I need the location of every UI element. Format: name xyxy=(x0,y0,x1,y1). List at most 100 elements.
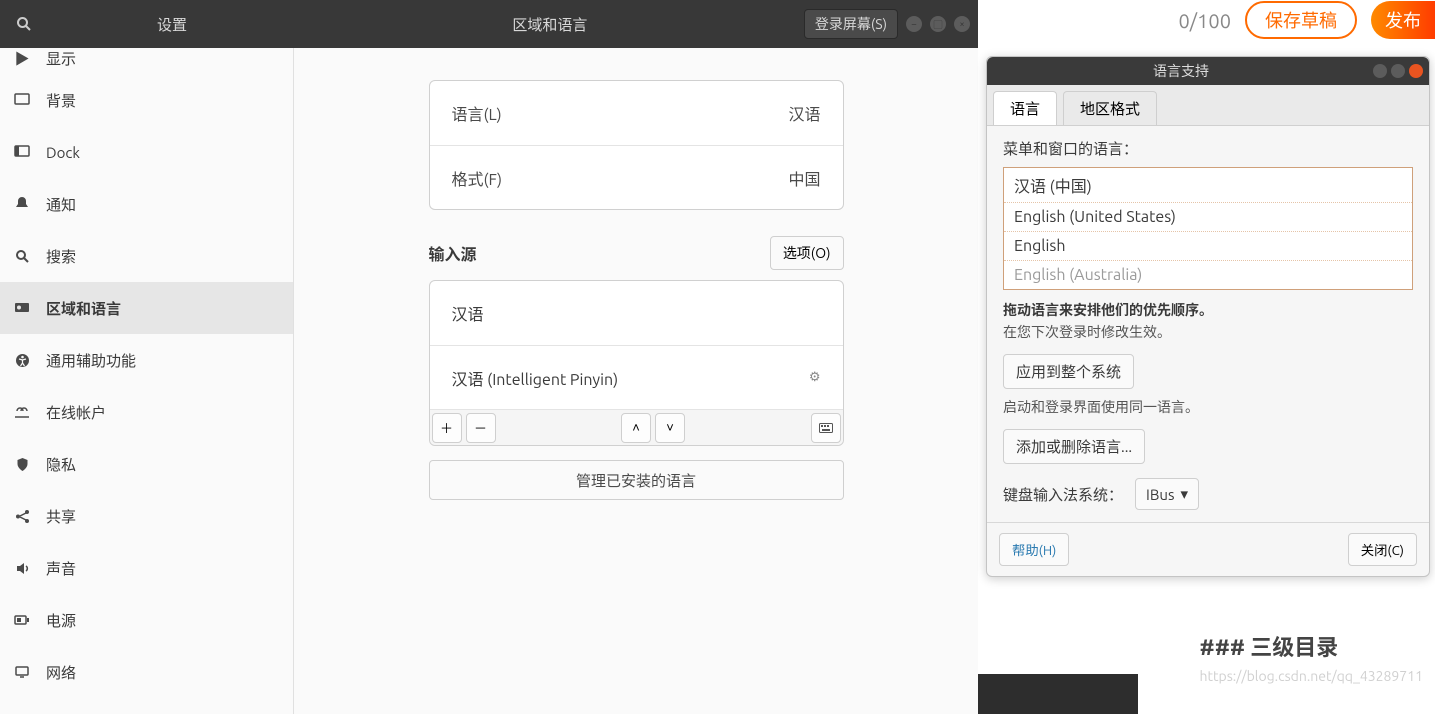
sidebar-item-sharing[interactable]: 共享 xyxy=(0,490,293,542)
drag-hint: 拖动语言来安排他们的优先顺序。 xyxy=(1003,300,1413,320)
manage-languages-button[interactable]: 管理已安装的语言 xyxy=(429,460,844,500)
format-label: 格式(F) xyxy=(452,166,503,190)
tab-language[interactable]: 语言 xyxy=(993,91,1057,125)
close-button[interactable]: 关闭(C) xyxy=(1348,533,1417,566)
dialog-titlebar: 语言支持 xyxy=(987,57,1429,85)
search-icon xyxy=(16,16,32,32)
accessibility-icon xyxy=(12,353,32,368)
dialog-body: 菜单和窗口的语言： 汉语 (中国) English (United States… xyxy=(987,126,1429,522)
login-hint: 在您下次登录时修改生效。 xyxy=(1003,322,1413,342)
publish-button[interactable]: 发布 xyxy=(1371,1,1435,39)
input-source-row[interactable]: 汉语 xyxy=(430,281,843,345)
sidebar-item-label: 区域和语言 xyxy=(46,298,121,319)
sidebar-item-network[interactable]: 网络 xyxy=(0,646,293,698)
options-button[interactable]: 选项(O) xyxy=(770,236,844,270)
share-icon xyxy=(12,509,32,524)
ime-value: IBus xyxy=(1146,486,1174,503)
login-screen-button[interactable]: 登录屏幕(S) xyxy=(804,9,898,39)
window-minimize[interactable]: – xyxy=(906,16,922,32)
menus-language-label: 菜单和窗口的语言： xyxy=(1003,138,1413,159)
background-icon xyxy=(12,93,32,107)
window-close[interactable]: × xyxy=(954,16,970,32)
language-value: 汉语 xyxy=(788,101,820,125)
sidebar-item-dock[interactable]: Dock xyxy=(0,126,293,178)
language-list-item[interactable]: English (Australia) xyxy=(1004,261,1412,289)
format-value: 中国 xyxy=(788,166,820,190)
dark-overlay-box xyxy=(978,674,1138,714)
save-draft-button[interactable]: 保存草稿 xyxy=(1245,1,1357,39)
window-maximize[interactable]: ▢ xyxy=(930,16,946,32)
sidebar-item-label: 搜索 xyxy=(46,246,76,267)
sidebar-item-search[interactable]: 搜索 xyxy=(0,230,293,282)
dialog-close[interactable] xyxy=(1409,64,1423,78)
page-title: 区域和语言 xyxy=(296,14,804,35)
language-row[interactable]: 语言(L) 汉语 xyxy=(430,81,843,145)
language-format-group: 语言(L) 汉语 格式(F) 中国 xyxy=(429,80,844,210)
app-title: 设置 xyxy=(48,14,296,35)
input-sources-toolbar: ＋ － ˄ ˅ xyxy=(430,409,843,445)
sidebar-item-label: 通用辅助功能 xyxy=(46,350,136,371)
apply-system-wide-button[interactable]: 应用到整个系统 xyxy=(1003,354,1134,389)
language-label: 语言(L) xyxy=(452,101,502,125)
remove-source-button[interactable]: － xyxy=(466,413,496,443)
dialog-footer: 帮助(H) 关闭(C) xyxy=(987,522,1429,576)
toc-panel: ### 三级目录 https://blog.csdn.net/qq_432897… xyxy=(1200,630,1423,684)
keyboard-icon xyxy=(819,423,833,433)
char-counter: 0/100 xyxy=(1151,9,1231,32)
settings-header: 设置 区域和语言 登录屏幕(S) – ▢ × xyxy=(0,0,978,48)
search-button[interactable] xyxy=(0,0,48,48)
sidebar-item-label: 隐私 xyxy=(46,454,76,475)
tab-region-format[interactable]: 地区格式 xyxy=(1063,91,1157,125)
settings-window: 设置 区域和语言 登录屏幕(S) – ▢ × ▶ 显示 背景 Dock xyxy=(0,0,978,714)
window-controls: – ▢ × xyxy=(906,16,970,32)
add-source-button[interactable]: ＋ xyxy=(432,413,462,443)
sidebar-item-label: 共享 xyxy=(46,506,76,527)
bell-icon xyxy=(12,196,32,212)
move-down-button[interactable]: ˅ xyxy=(655,413,685,443)
sidebar-item-region[interactable]: 区域和语言 xyxy=(0,282,293,334)
dialog-maximize[interactable] xyxy=(1391,64,1405,78)
sidebar-item-display[interactable]: ▶ 显示 xyxy=(0,48,293,74)
input-sources-title: 输入源 xyxy=(429,241,477,265)
apply-description: 启动和登录界面使用同一语言。 xyxy=(1003,397,1413,417)
browser-toolbar: 0/100 保存草稿 发布 xyxy=(978,0,1435,40)
toc-watermark: https://blog.csdn.net/qq_43289711 xyxy=(1200,668,1423,684)
format-row[interactable]: 格式(F) 中国 xyxy=(430,145,843,209)
sidebar-item-power[interactable]: 电源 xyxy=(0,594,293,646)
sidebar-item-accessibility[interactable]: 通用辅助功能 xyxy=(0,334,293,386)
ime-label: 键盘输入法系统： xyxy=(1003,484,1123,505)
input-source-row[interactable]: 汉语 (Intelligent Pinyin) ⚙ xyxy=(430,345,843,409)
sidebar-item-sound[interactable]: 声音 xyxy=(0,542,293,594)
sidebar-item-label: 通知 xyxy=(46,194,76,215)
language-list-item[interactable]: English (United States) xyxy=(1004,203,1412,232)
sidebar-item-notifications[interactable]: 通知 xyxy=(0,178,293,230)
sidebar-item-label: Dock xyxy=(46,144,80,161)
gear-icon[interactable]: ⚙ xyxy=(809,370,821,385)
privacy-icon xyxy=(12,457,32,472)
keyboard-layout-button[interactable] xyxy=(811,413,841,443)
settings-body: ▶ 显示 背景 Dock 通知 搜索 区域和语言 xyxy=(0,48,978,714)
sidebar-item-label: 网络 xyxy=(46,662,76,683)
input-sources-header: 输入源 选项(O) xyxy=(429,236,844,270)
dock-icon xyxy=(12,145,32,159)
sidebar: ▶ 显示 背景 Dock 通知 搜索 区域和语言 xyxy=(0,48,294,714)
online-accounts-icon xyxy=(12,405,32,419)
help-button[interactable]: 帮助(H) xyxy=(999,533,1069,566)
sidebar-item-label: 在线帐户 xyxy=(46,402,106,423)
power-icon xyxy=(12,614,32,626)
language-list-item[interactable]: 汉语 (中国) xyxy=(1004,168,1412,203)
sidebar-item-online-accounts[interactable]: 在线帐户 xyxy=(0,386,293,438)
sidebar-item-label: 显示 xyxy=(46,48,76,69)
input-source-name: 汉语 (Intelligent Pinyin) xyxy=(452,366,619,390)
move-up-button[interactable]: ˄ xyxy=(621,413,651,443)
dialog-minimize[interactable] xyxy=(1373,64,1387,78)
sidebar-item-privacy[interactable]: 隐私 xyxy=(0,438,293,490)
input-sources-list: 汉语 汉语 (Intelligent Pinyin) ⚙ ＋ － ˄ ˅ xyxy=(429,280,844,446)
region-icon xyxy=(12,301,32,315)
sidebar-item-background[interactable]: 背景 xyxy=(0,74,293,126)
ime-selector[interactable]: IBus ▾ xyxy=(1135,478,1199,510)
sidebar-item-label: 背景 xyxy=(46,90,76,111)
add-remove-languages-button[interactable]: 添加或删除语言... xyxy=(1003,429,1145,464)
input-source-name: 汉语 xyxy=(452,301,484,325)
language-list-item[interactable]: English xyxy=(1004,232,1412,261)
